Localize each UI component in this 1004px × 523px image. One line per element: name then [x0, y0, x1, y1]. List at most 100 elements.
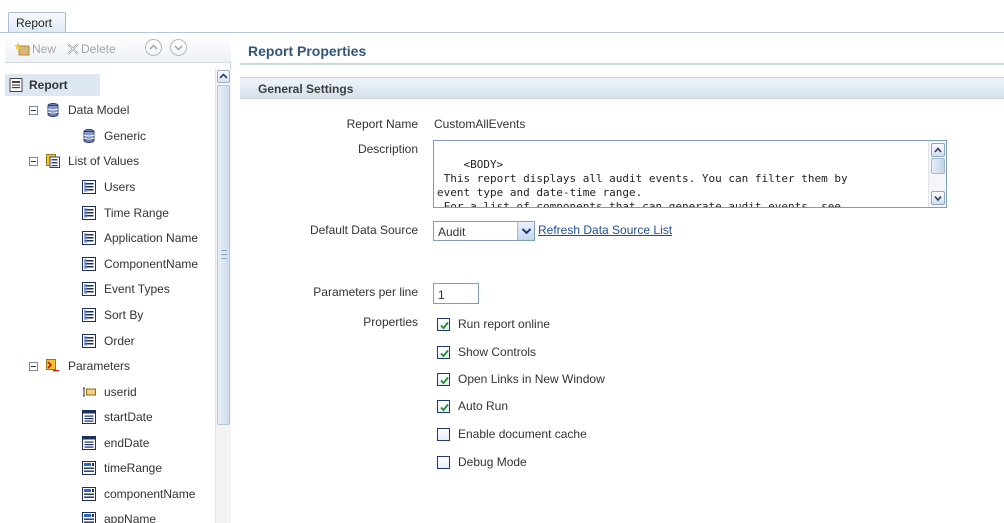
report-name-value: CustomAllEvents: [434, 117, 526, 131]
scroll-up-button[interactable]: [931, 143, 945, 157]
checkbox-checked[interactable]: [437, 372, 450, 386]
check-icon: [440, 403, 449, 411]
tree-item-lov[interactable]: ComponentName: [82, 253, 198, 275]
delete-label: Delete: [81, 42, 116, 56]
tree-item-param[interactable]: userid: [82, 381, 137, 403]
checkbox-label: Enable document cache: [458, 427, 587, 441]
collapse-icon[interactable]: [29, 156, 38, 166]
properties-label: Properties: [363, 315, 418, 329]
tree-item-param[interactable]: startDate: [82, 406, 153, 428]
tree-item-label: List of Values: [68, 154, 140, 168]
data-source-label: Default Data Source: [309, 223, 418, 237]
description-scrollbar[interactable]: [928, 141, 946, 207]
chevron-down-icon: [170, 38, 187, 56]
tree-toolbar: New Delete: [5, 33, 231, 63]
tree-item-param[interactable]: appName: [82, 508, 156, 523]
debug-mode-checkbox[interactable]: Debug Mode: [437, 453, 527, 471]
tree-item-label: startDate: [104, 410, 153, 424]
text-param-icon: [83, 387, 96, 397]
params-per-line-input[interactable]: 1: [433, 283, 479, 304]
checkbox-checked[interactable]: [437, 345, 450, 359]
checkbox-checked[interactable]: [437, 317, 450, 331]
move-down-button[interactable]: [170, 38, 187, 56]
tree-scrollbar[interactable]: [215, 69, 231, 523]
left-panel: New Delete Report Data Model Generic Lis…: [5, 33, 231, 523]
auto-run-checkbox[interactable]: Auto Run: [437, 397, 508, 415]
list-icon: [82, 282, 96, 296]
collapse-icon[interactable]: [29, 361, 38, 371]
tree-item-list-of-values[interactable]: List of Values: [29, 150, 139, 172]
checkbox-checked[interactable]: [437, 399, 450, 413]
chevron-up-icon: [934, 147, 942, 153]
tab-strip: Report: [0, 0, 1004, 33]
tree-item-lov[interactable]: Application Name: [82, 227, 198, 249]
data-source-value: Audit: [438, 225, 466, 239]
menu-param-icon: [82, 461, 96, 475]
tree-item-label: componentName: [104, 487, 196, 501]
checkbox-unchecked[interactable]: [437, 427, 450, 441]
data-source-select[interactable]: Audit: [433, 221, 535, 241]
chevron-up-icon: [219, 73, 228, 79]
chevron-up-icon: [145, 38, 162, 56]
scroll-up-button[interactable]: [217, 70, 230, 83]
list-icon: [82, 180, 96, 194]
tree-item-generic[interactable]: Generic: [82, 125, 146, 147]
refresh-data-source-link[interactable]: Refresh Data Source List: [538, 223, 672, 237]
params-per-line-label: Parameters per line: [313, 285, 418, 299]
check-icon: [440, 349, 449, 357]
tree-item-lov[interactable]: Event Types: [82, 278, 170, 300]
delete-button[interactable]: Delete: [67, 41, 116, 57]
tree-item-label: userid: [104, 385, 137, 399]
checkbox-label: Run report online: [458, 317, 551, 331]
database-icon: [47, 103, 59, 117]
list-of-values-icon: [46, 154, 60, 168]
list-icon: [82, 308, 96, 322]
scroll-down-button[interactable]: [931, 191, 945, 205]
tree-item-param[interactable]: timeRange: [82, 457, 162, 479]
section-header: General Settings: [240, 77, 1004, 99]
checkbox-label: Debug Mode: [458, 455, 527, 469]
tree-item-label: endDate: [104, 436, 150, 450]
tree-root-report[interactable]: Report: [5, 74, 100, 96]
new-label: New: [32, 42, 57, 56]
tree-item-lov[interactable]: Users: [82, 176, 135, 198]
delete-icon: [67, 43, 79, 55]
tree-item-label: Users: [104, 180, 136, 194]
scroll-thumb[interactable]: [931, 158, 945, 174]
tree-item-data-model[interactable]: Data Model: [29, 99, 129, 121]
tree-item-label: Order: [104, 334, 135, 348]
open-links-new-window-checkbox[interactable]: Open Links in New Window: [437, 370, 605, 388]
enable-document-cache-checkbox[interactable]: Enable document cache: [437, 425, 587, 443]
tree-item-param[interactable]: componentName: [82, 483, 195, 505]
database-icon: [83, 129, 95, 143]
dropdown-button[interactable]: [517, 222, 534, 240]
tree-item-lov[interactable]: Sort By: [82, 304, 143, 326]
collapse-icon[interactable]: [29, 105, 38, 115]
tree-item-param[interactable]: endDate: [82, 432, 149, 454]
list-icon: [82, 231, 96, 245]
show-controls-checkbox[interactable]: Show Controls: [437, 343, 536, 361]
tree-item-parameters[interactable]: Parameters: [29, 355, 130, 377]
description-textarea[interactable]: <BODY> This report displays all audit ev…: [433, 140, 947, 208]
tree-item-lov[interactable]: Order: [82, 330, 135, 352]
run-report-online-checkbox[interactable]: Run report online: [437, 315, 550, 333]
report-icon: [9, 78, 23, 92]
move-up-button[interactable]: [145, 38, 162, 56]
tree-item-label: Time Range: [104, 206, 169, 220]
checkbox-unchecked[interactable]: [437, 455, 450, 469]
report-name-label: Report Name: [346, 117, 418, 131]
tree-item-label: Generic: [104, 129, 147, 143]
tree-item-label: ComponentName: [104, 257, 199, 271]
tree-item-label: Parameters: [68, 359, 131, 373]
checkbox-label: Open Links in New Window: [458, 372, 605, 386]
menu-param-icon: [82, 487, 96, 501]
tree-root-label: Report: [29, 78, 68, 92]
tab-report[interactable]: Report: [8, 12, 66, 33]
new-button[interactable]: New: [14, 41, 56, 57]
check-icon: [440, 321, 449, 329]
tree-item-lov[interactable]: Time Range: [82, 202, 169, 224]
tree-item-label: Sort By: [104, 308, 144, 322]
scroll-thumb[interactable]: [217, 85, 230, 425]
report-tree: Report Data Model Generic List of Values…: [5, 64, 215, 523]
tree-item-label: Data Model: [68, 103, 130, 117]
